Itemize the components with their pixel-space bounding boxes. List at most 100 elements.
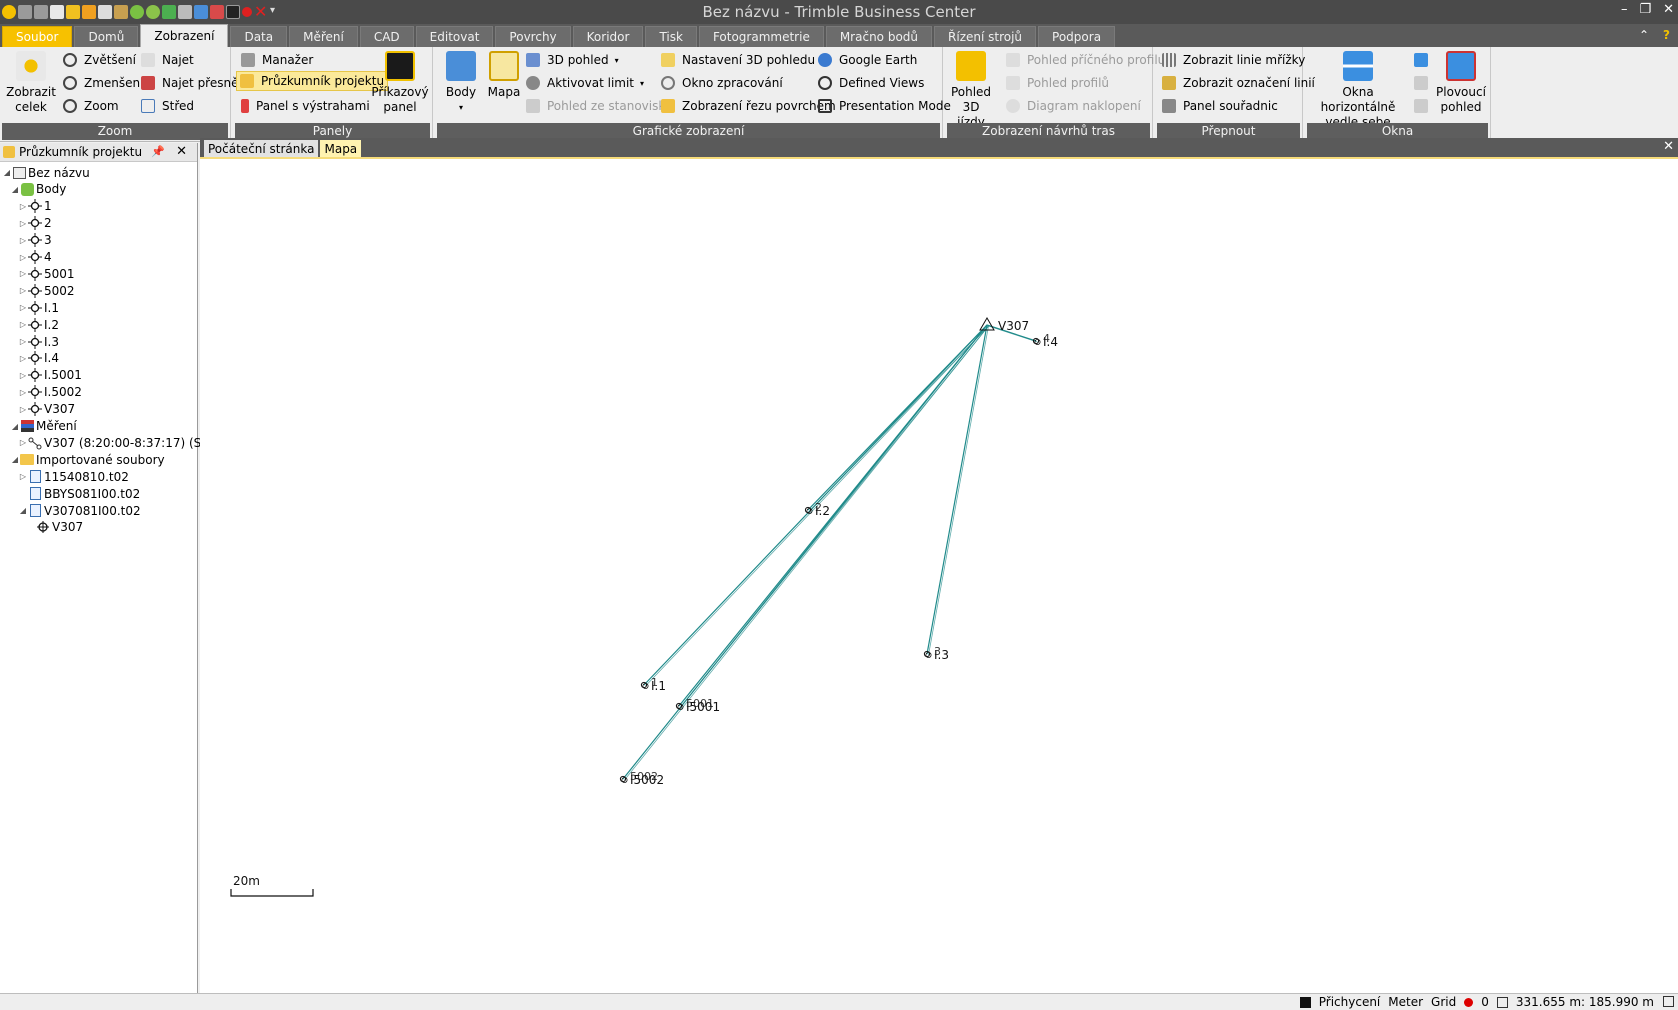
pan-exact-button[interactable]: Najet přesně: [138, 73, 241, 93]
view-3d-button[interactable]: 3D pohled ▾: [523, 50, 622, 70]
line-labels-button[interactable]: Zobrazit označení linií: [1159, 73, 1318, 93]
arrange-button[interactable]: [1411, 96, 1438, 116]
station-view-button[interactable]: Pohled ze stanoviska: [523, 96, 675, 116]
tree-file-station[interactable]: V307: [26, 519, 83, 536]
tree-point[interactable]: ▷ 3: [18, 232, 52, 249]
tab-photogrammetry[interactable]: Fotogrammetrie: [698, 26, 824, 47]
floating-view-button[interactable]: Plovoucí pohled: [1435, 51, 1487, 115]
tree-measurement[interactable]: ▷ V307 (8:20:00-8:37:17) (S3): [18, 434, 214, 451]
points-view-button[interactable]: Body ▾: [439, 51, 483, 115]
tree-point[interactable]: ▷ 1: [18, 198, 52, 215]
tree-point[interactable]: ▷ I.5001: [18, 367, 82, 384]
expand-toggle-icon[interactable]: ▷: [18, 472, 28, 481]
expand-toggle-icon[interactable]: ◢: [2, 168, 12, 177]
tree-point[interactable]: ▷ I.4: [18, 350, 59, 367]
zoom-out-button[interactable]: Zmenšení: [60, 73, 146, 93]
tab-cad[interactable]: CAD: [359, 26, 414, 47]
tree-file[interactable]: ◢ V307081I00.t02: [18, 502, 141, 519]
cascade-button[interactable]: [1411, 73, 1438, 93]
expand-toggle-icon[interactable]: ▷: [18, 219, 28, 228]
expand-toggle-icon[interactable]: ▷: [18, 405, 28, 414]
zoom-all-button[interactable]: Zobrazit celek: [4, 51, 58, 115]
expand-toggle-icon[interactable]: ▷: [18, 303, 28, 312]
superelevation-button[interactable]: Diagram naklopení: [1003, 96, 1144, 116]
tree-point[interactable]: ▷ I.5002: [18, 384, 82, 401]
expand-toggle-icon[interactable]: ◢: [18, 506, 28, 515]
tree-point[interactable]: ▷ 5002: [18, 282, 75, 299]
tile-horizontal-button[interactable]: Okna horizontálně vedle sebe: [1309, 51, 1407, 130]
tab-view[interactable]: Zobrazení: [140, 24, 229, 47]
tree-point[interactable]: ▷ V307: [18, 401, 75, 418]
tab-home[interactable]: Domů: [74, 26, 139, 47]
tree-points-folder[interactable]: ◢ Body: [10, 181, 66, 198]
tab-print[interactable]: Tisk: [645, 26, 697, 47]
tree-measurements-folder[interactable]: ◢ Měření: [10, 418, 77, 435]
expand-toggle-icon[interactable]: ▷: [18, 438, 28, 447]
zoom-button[interactable]: Zoom: [60, 96, 122, 116]
expand-toggle-icon[interactable]: ▷: [18, 253, 28, 262]
map-view[interactable]: V307 I.4 4 I.2 2 I.3 3 I.1 1 I5001 5001 I5002 5002 20…: [200, 157, 1678, 993]
manager-button[interactable]: Manažer: [238, 50, 316, 70]
expand-toggle-icon[interactable]: ◢: [10, 185, 20, 194]
close-icon[interactable]: ✕: [1663, 2, 1674, 17]
profile-view-button[interactable]: Pohled profilů: [1003, 73, 1112, 93]
tab-file[interactable]: Soubor: [2, 26, 73, 47]
expand-toggle-icon[interactable]: ◢: [10, 422, 20, 431]
observation-line[interactable]: [622, 324, 988, 780]
map-canvas[interactable]: V307I.44I.22I.33I.11I50015001I5002500220…: [200, 159, 1678, 993]
tab-data[interactable]: Data: [230, 26, 288, 47]
cross-section-button[interactable]: Pohled příčného profilu: [1003, 50, 1168, 70]
restore-icon[interactable]: ❐: [1639, 2, 1651, 17]
activate-limit-button[interactable]: Aktivovat limit ▾: [523, 73, 647, 93]
expand-toggle-icon[interactable]: ▷: [18, 286, 28, 295]
tree-point[interactable]: ▷ I.1: [18, 299, 59, 316]
observation-line[interactable]: [624, 325, 989, 781]
tab-edit[interactable]: Editovat: [415, 26, 494, 47]
command-panel-button[interactable]: Příkazový panel: [371, 51, 429, 115]
tab-point-cloud[interactable]: Mračno bodů: [825, 26, 933, 47]
presentation-mode-button[interactable]: Presentation Mode: [815, 96, 954, 116]
expand-toggle-icon[interactable]: ▷: [18, 337, 28, 346]
pin-icon[interactable]: 📌: [151, 145, 165, 158]
snap-toggle[interactable]: Přichycení: [1319, 995, 1381, 1009]
map-view-button[interactable]: Mapa: [485, 51, 523, 100]
help-icon[interactable]: ?: [1663, 28, 1670, 42]
tab-support[interactable]: Podpora: [1038, 26, 1116, 47]
warnings-panel-button[interactable]: Panel s výstrahami: [238, 96, 373, 116]
resize-grip-icon[interactable]: [1663, 996, 1674, 1007]
expand-toggle-icon[interactable]: ▷: [18, 371, 28, 380]
google-earth-button[interactable]: Google Earth: [815, 50, 920, 70]
tile-vertical-button[interactable]: [1411, 50, 1438, 70]
tree-file[interactable]: ▷ 11540810.t02: [18, 468, 129, 485]
unit-indicator[interactable]: Meter: [1388, 995, 1423, 1009]
expand-toggle-icon[interactable]: ▷: [18, 269, 28, 278]
tab-surfaces[interactable]: Povrchy: [495, 26, 571, 47]
expand-toggle-icon[interactable]: ▷: [18, 354, 28, 363]
surface-cut-button[interactable]: Zobrazení řezu povrchem: [658, 96, 839, 116]
expand-toggle-icon[interactable]: ▷: [18, 236, 28, 245]
expand-toggle-icon[interactable]: ◢: [10, 455, 20, 464]
expand-toggle-icon[interactable]: ▷: [18, 320, 28, 329]
tab-machine-control[interactable]: Řízení strojů: [934, 26, 1037, 47]
expand-toggle-icon[interactable]: ▷: [18, 202, 28, 211]
tree-root[interactable]: ◢ Bez názvu: [2, 164, 90, 181]
observation-line[interactable]: [926, 324, 988, 655]
drive-3d-button[interactable]: Pohled 3D jízdy: [949, 51, 993, 130]
grid-indicator[interactable]: Grid: [1431, 995, 1456, 1009]
defined-views-button[interactable]: Defined Views: [815, 73, 927, 93]
expand-toggle-icon[interactable]: ▷: [18, 388, 28, 397]
center-button[interactable]: Střed: [138, 96, 197, 116]
close-icon[interactable]: ✕: [176, 144, 187, 159]
coordinate-panel-button[interactable]: Panel souřadnic: [1159, 96, 1281, 116]
tree-point[interactable]: ▷ 2: [18, 215, 52, 232]
tab-map[interactable]: Mapa: [320, 140, 362, 157]
tree-point[interactable]: ▷ I.2: [18, 316, 59, 333]
grid-lines-button[interactable]: Zobrazit linie mřížky: [1159, 50, 1308, 70]
tab-measure[interactable]: Měření: [289, 26, 358, 47]
tree-imported-folder[interactable]: ◢ Importované soubory: [10, 451, 165, 468]
project-explorer-button[interactable]: Průzkumník projektu: [236, 71, 389, 91]
tree-file[interactable]: BBYS081I00.t02: [18, 485, 140, 502]
close-document-icon[interactable]: ✕: [1663, 139, 1674, 154]
tab-corridor[interactable]: Koridor: [572, 26, 644, 47]
process-window-button[interactable]: Okno zpracování: [658, 73, 786, 93]
